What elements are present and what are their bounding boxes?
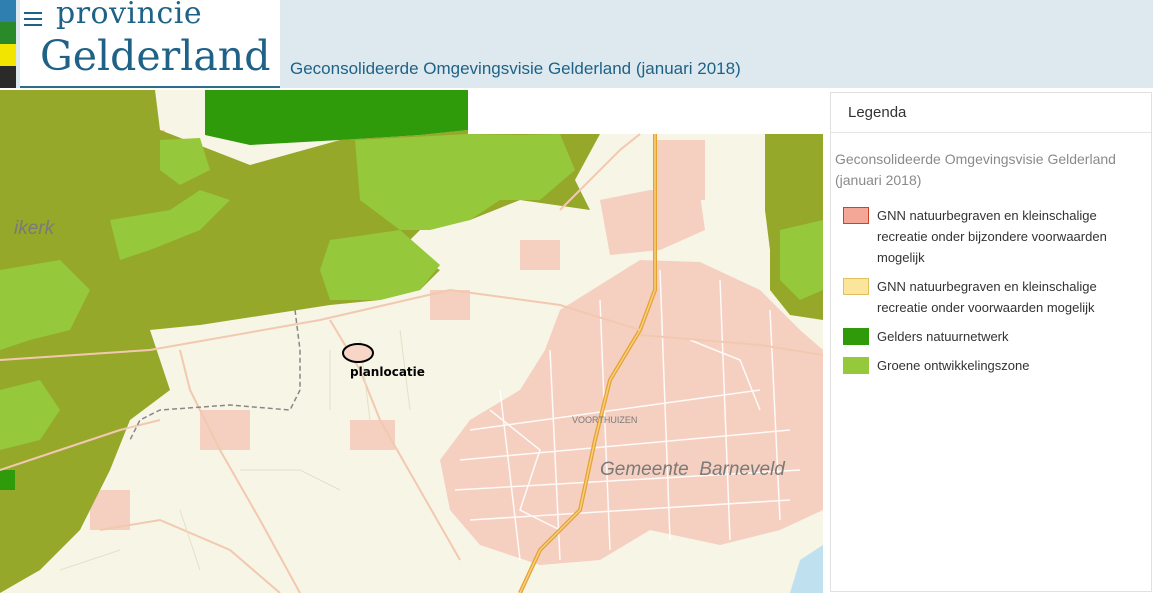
brand-stripe (0, 0, 16, 22)
legend-item: Groene ontwikkelingszone (843, 355, 1151, 376)
map-view[interactable]: ikerk planlocatie VOORTHUIZEN Gemeente B… (0, 90, 823, 593)
brand-stripe (0, 66, 16, 88)
legend-list: GNN natuurbegraven en kleinschalige recr… (831, 191, 1151, 376)
town-label: ikerk (14, 218, 56, 239)
brand-stripe (0, 22, 16, 44)
logo-text-provincie: provincie (56, 0, 203, 31)
municipality-label: Gemeente Barneveld (600, 459, 786, 480)
legend-item: GNN natuurbegraven en kleinschalige recr… (843, 276, 1151, 318)
logo-text-gelderland: Gelderland (40, 32, 271, 80)
legend-item-label: GNN natuurbegraven en kleinschalige recr… (877, 208, 1107, 265)
legend-item-label: Groene ontwikkelingszone (877, 358, 1030, 373)
legend-item: Gelders natuurnetwerk (843, 326, 1151, 347)
brand-color-bar (0, 0, 16, 88)
menu-icon[interactable] (24, 12, 42, 26)
brand-stripe (0, 44, 16, 66)
province-logo[interactable]: provincie Gelderland (20, 0, 280, 88)
village-label: VOORTHUIZEN (572, 415, 637, 425)
legend-heading[interactable]: Legenda (831, 93, 1151, 133)
app-header: provincie Gelderland Geconsolideerde Omg… (0, 0, 1153, 88)
legend-panel: Legenda Geconsolideerde Omgevingsvisie G… (830, 92, 1152, 592)
planlocatie-marker[interactable] (342, 343, 374, 363)
legend-item-label: Gelders natuurnetwerk (877, 329, 1009, 344)
planlocatie-label: planlocatie (350, 365, 425, 379)
page-title: Geconsolideerde Omgevingsvisie Gelderlan… (290, 59, 741, 78)
legend-item-label: GNN natuurbegraven en kleinschalige recr… (877, 279, 1097, 315)
legend-swatch (843, 328, 869, 345)
map-canvas[interactable]: ikerk planlocatie VOORTHUIZEN Gemeente B… (0, 90, 823, 593)
legend-layer-title: Geconsolideerde Omgevingsvisie Gelderlan… (835, 151, 1116, 188)
legend-swatch (843, 207, 869, 224)
legend-item: GNN natuurbegraven en kleinschalige recr… (843, 205, 1151, 268)
legend-swatch (843, 278, 869, 295)
legend-swatch (843, 357, 869, 374)
